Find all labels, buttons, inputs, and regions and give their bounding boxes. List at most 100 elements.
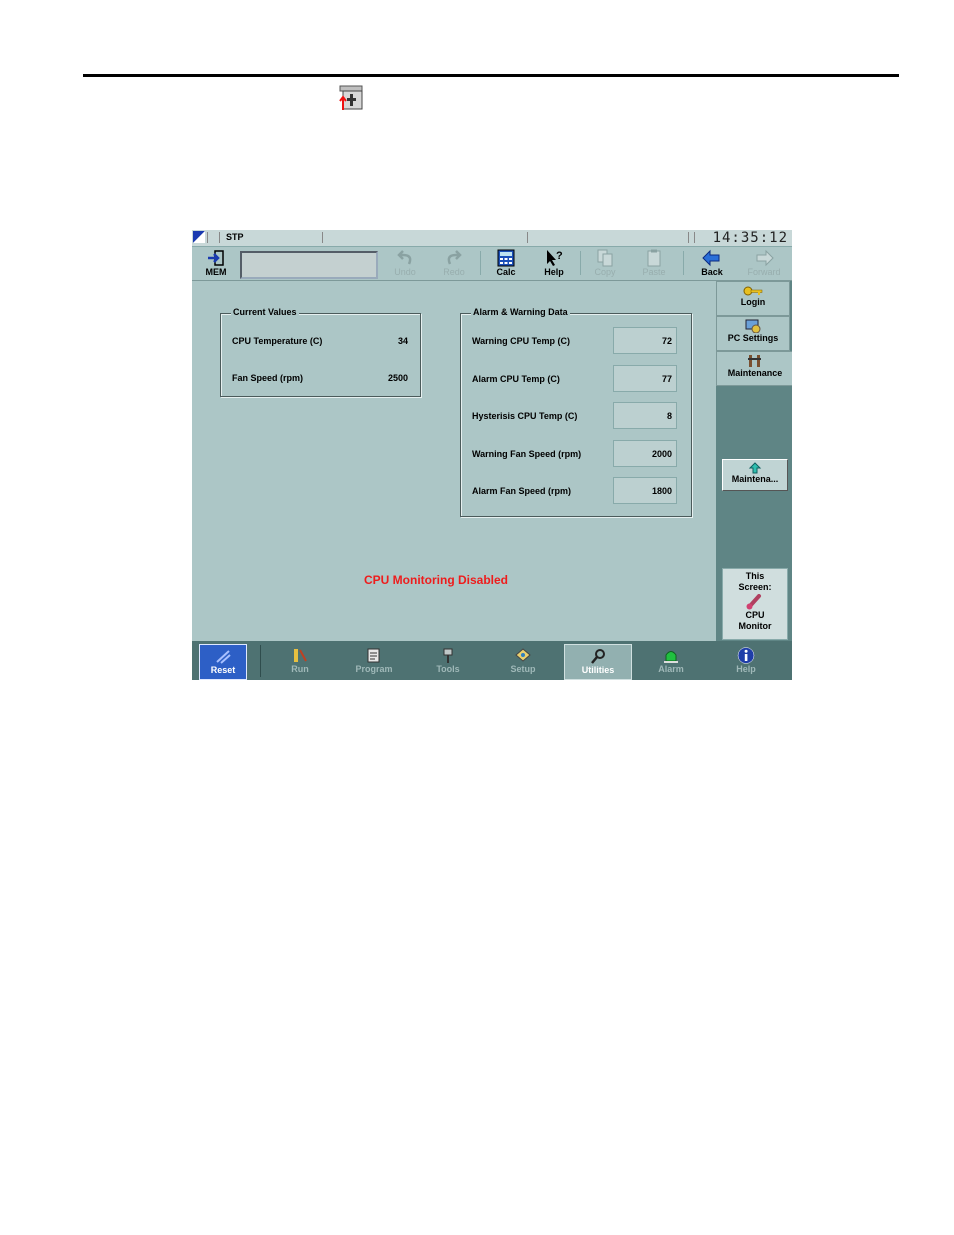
thermometer-icon (746, 594, 761, 610)
mem-arrow-icon (208, 250, 224, 266)
fan-speed-value: 2500 (387, 373, 408, 383)
alarm-cpu-temp-field[interactable]: 77 (613, 365, 677, 392)
tab-pc-settings[interactable]: PC Settings (716, 316, 790, 351)
utilities-small-icon (339, 85, 363, 110)
program-icon (367, 648, 380, 663)
cpu-temperature-value: 34 (397, 336, 408, 346)
nav-utilities-label: Utilities (581, 665, 615, 675)
nav-run-label: Run (291, 664, 309, 674)
copy-label: Copy (594, 267, 616, 277)
key-icon (743, 286, 763, 296)
help-label: Help (544, 267, 564, 277)
alarm-cpu-temp-value: 77 (661, 374, 672, 384)
cpu-monitor-screen: STP 14:35:12 MEM Undo Redo Calc ? Help C… (192, 230, 792, 680)
status-divider (219, 232, 220, 243)
redo-icon (447, 250, 462, 265)
forward-label: Forward (747, 267, 781, 277)
nav-alarm[interactable]: Alarm (638, 644, 704, 678)
nav-tools[interactable]: Tools (415, 644, 481, 678)
toolbar-separator (480, 251, 481, 275)
redo-button[interactable]: Redo (432, 248, 476, 279)
setup-icon (515, 648, 531, 662)
hysterisis-cpu-temp-field[interactable]: 8 (613, 402, 677, 429)
bottom-navigation-bar: Reset Run Program Tools Setup Utilities … (192, 641, 792, 680)
copy-button[interactable]: Copy (583, 248, 627, 279)
calculator-icon (497, 249, 515, 267)
nav-help-label: Help (736, 664, 756, 674)
undo-button[interactable]: Undo (383, 248, 427, 279)
help-button[interactable]: ? Help (532, 248, 576, 279)
alarm-warning-group: Alarm & Warning Data Warning CPU Temp (C… (460, 307, 692, 517)
mem-button[interactable]: MEM (194, 248, 238, 279)
warning-fan-speed-label: Warning Fan Speed (rpm) (472, 449, 582, 459)
nav-help[interactable]: Help (713, 644, 779, 678)
tab-maintenance[interactable]: Maintenance (716, 351, 792, 386)
pc-settings-icon (745, 319, 761, 333)
alarm-cpu-temp-label: Alarm CPU Temp (C) (472, 374, 560, 384)
redo-label: Redo (443, 267, 465, 277)
paste-icon (647, 249, 661, 267)
page-rule (83, 74, 899, 77)
back-label: Back (701, 267, 723, 277)
reset-label: Reset (210, 665, 236, 675)
mode-flag-icon (193, 231, 205, 243)
run-icon (294, 649, 307, 662)
status-divider (694, 232, 695, 243)
warning-cpu-temp-field[interactable]: 72 (613, 327, 677, 354)
current-values-title: Current Values (231, 307, 299, 317)
fan-speed-label: Fan Speed (rpm) (232, 373, 304, 383)
nav-utilities[interactable]: Utilities (564, 644, 632, 680)
warning-fan-speed-field[interactable]: 2000 (613, 440, 677, 467)
hysterisis-cpu-temp-value: 8 (666, 411, 672, 421)
undo-label: Undo (394, 267, 416, 277)
warning-fan-speed-value: 2000 (651, 449, 672, 459)
this-screen-line2: Screen: (738, 582, 772, 592)
right-panel: Login PC Settings Maintenance Maintena..… (716, 281, 792, 641)
this-screen-line1: This (745, 571, 765, 581)
warning-cpu-temp-label: Warning CPU Temp (C) (472, 336, 570, 346)
paste-label: Paste (642, 267, 666, 277)
maintenance-icon (748, 355, 761, 367)
up-arrow-icon (748, 462, 762, 474)
tab-maintenance-label: Maintenance (727, 368, 783, 378)
cpu-temperature-label: CPU Temperature (C) (232, 336, 323, 346)
toolbar-separator (580, 251, 581, 275)
toolbar: MEM Undo Redo Calc ? Help Copy Paste Bac… (192, 247, 792, 281)
forward-arrow-icon (756, 249, 774, 267)
back-button[interactable]: Back (690, 248, 734, 279)
back-arrow-icon (702, 249, 720, 267)
nav-program[interactable]: Program (341, 644, 407, 678)
mem-display[interactable] (240, 251, 378, 279)
calc-label: Calc (496, 267, 516, 277)
paste-button[interactable]: Paste (632, 248, 676, 279)
calc-button[interactable]: Calc (484, 248, 528, 279)
nav-setup[interactable]: Setup (490, 644, 556, 678)
cpu-monitoring-status: CPU Monitoring Disabled (364, 573, 508, 587)
this-screen-panel: This Screen: CPU Monitor (722, 568, 788, 640)
forward-button[interactable]: Forward (742, 248, 786, 279)
undo-icon (397, 250, 412, 265)
tab-pc-settings-label: PC Settings (727, 333, 779, 343)
bottom-separator (260, 645, 261, 677)
warning-cpu-temp-value: 72 (661, 336, 672, 346)
status-divider (207, 232, 208, 243)
nav-setup-label: Setup (510, 664, 536, 674)
maintenance-button[interactable]: Maintena... (722, 459, 788, 491)
alarm-fan-speed-value: 1800 (651, 486, 672, 496)
hysterisis-cpu-temp-label: Hysterisis CPU Temp (C) (472, 411, 578, 421)
status-divider (688, 232, 689, 243)
svg-text:?: ? (556, 250, 563, 262)
alarm-fan-speed-field[interactable]: 1800 (613, 477, 677, 504)
mem-label: MEM (205, 267, 227, 277)
nav-alarm-label: Alarm (658, 664, 684, 674)
reset-button[interactable]: Reset (199, 644, 247, 680)
screen-name-line1: CPU (745, 610, 765, 620)
clock: 14:35:12 (712, 230, 788, 246)
alarm-fan-speed-label: Alarm Fan Speed (rpm) (472, 486, 572, 496)
tab-login[interactable]: Login (716, 281, 790, 316)
status-divider (527, 232, 528, 243)
copy-icon (597, 249, 613, 267)
toolbar-separator (683, 251, 684, 275)
nav-run[interactable]: Run (267, 644, 333, 678)
tools-icon (443, 648, 453, 663)
